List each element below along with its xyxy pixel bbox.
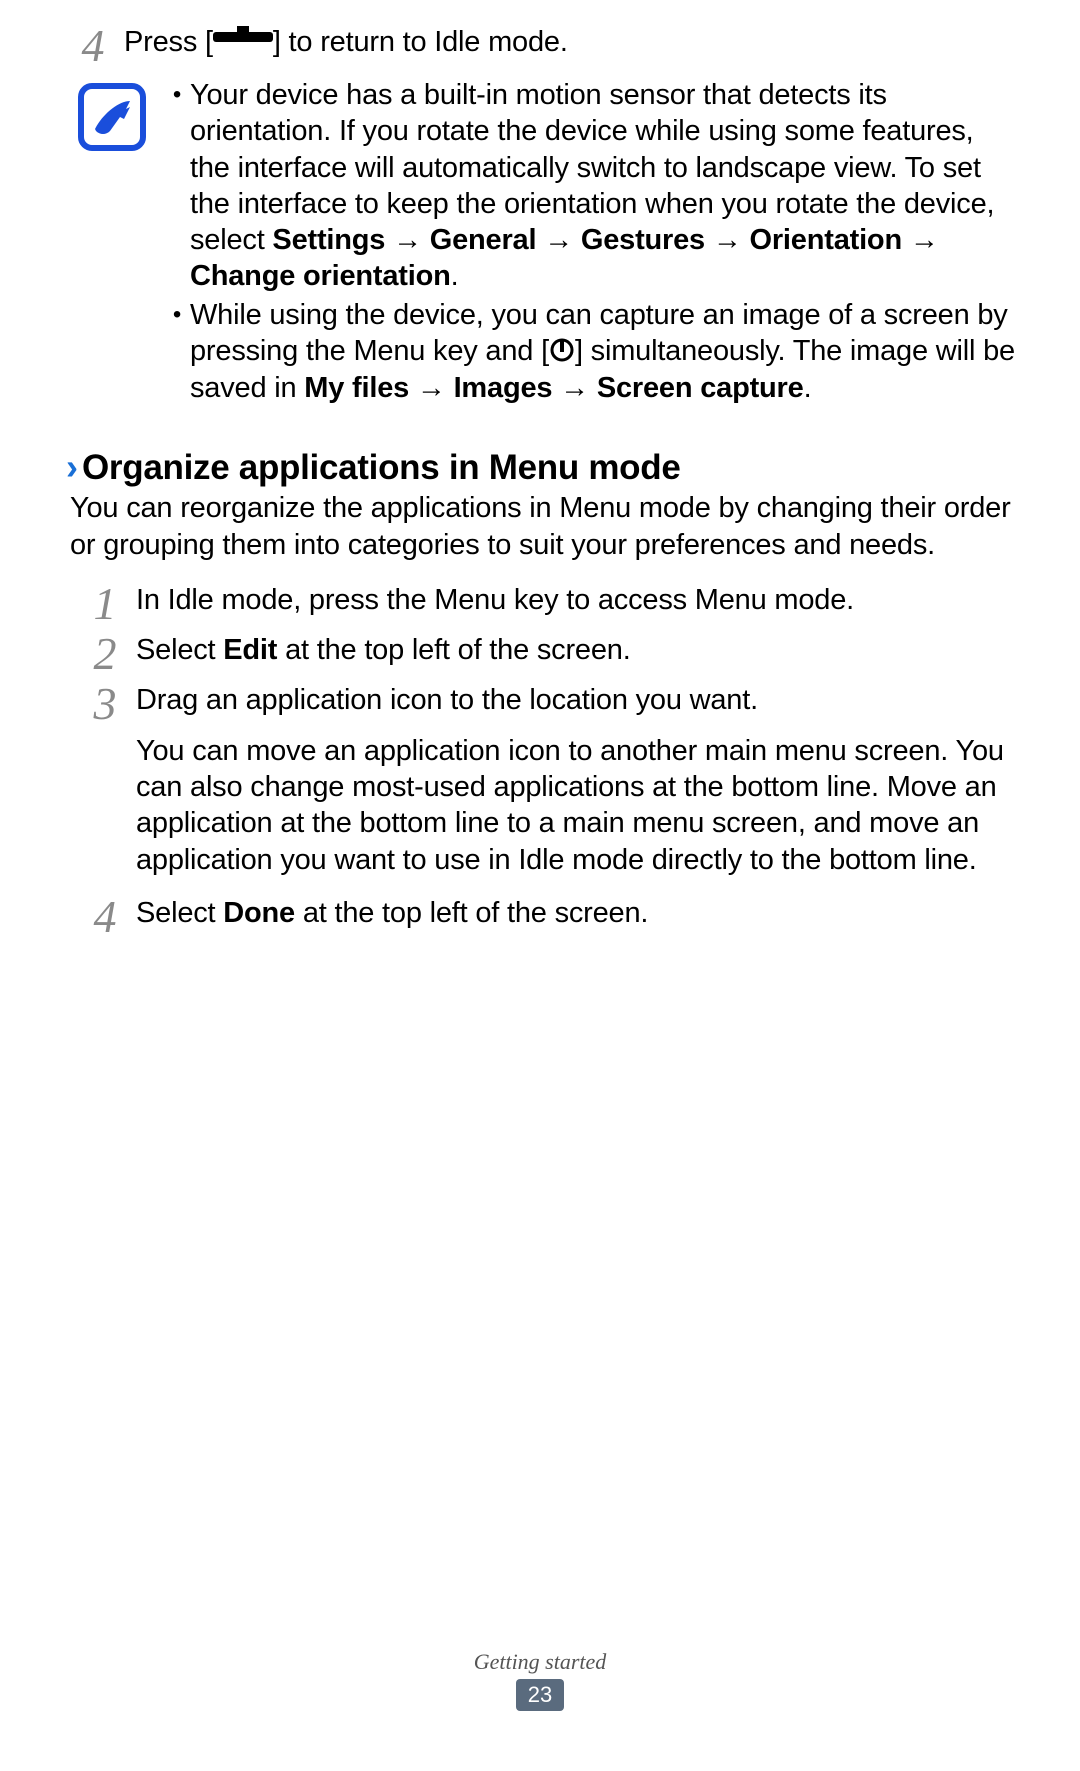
footer-section-label: Getting started — [0, 1649, 1080, 1675]
step-number: 4 — [72, 23, 114, 69]
info-note: • Your device has a built-in motion sens… — [78, 77, 1020, 408]
step-2: 2 Select Edit at the top left of the scr… — [84, 633, 1020, 677]
bullet-icon: • — [164, 297, 190, 333]
note-item-1: • Your device has a built-in motion sens… — [164, 77, 1020, 295]
note-icon — [78, 83, 146, 151]
step-number: 1 — [84, 581, 126, 627]
chevron-right-icon: › — [66, 446, 78, 488]
text: Select — [136, 634, 223, 666]
note-body: • Your device has a built-in motion sens… — [164, 77, 1020, 408]
page-footer: Getting started 23 — [0, 1649, 1080, 1711]
text: . — [804, 372, 812, 404]
bold: Done — [223, 897, 295, 929]
text: Press [ — [124, 26, 213, 58]
text: ] to return to Idle mode. — [273, 26, 568, 58]
bold-path: Settings → General → Gestures → Orientat… — [190, 224, 939, 292]
text: at the top left of the screen. — [295, 897, 648, 929]
step-number: 4 — [84, 894, 126, 940]
power-key-icon — [549, 332, 575, 368]
step-4-text: Press [ ] to return to Idle mode. — [124, 25, 1020, 61]
bold: Edit — [223, 634, 277, 666]
step-4-top: 4 Press [ ] to return to Idle mode. — [72, 25, 1020, 69]
note-text: Your device has a built-in motion sensor… — [190, 77, 1020, 295]
step-1: 1 In Idle mode, press the Menu key to ac… — [84, 583, 1020, 627]
step-4: 4 Select Done at the top left of the scr… — [84, 896, 1020, 940]
note-text: While using the device, you can capture … — [190, 297, 1020, 407]
manual-page: 4 Press [ ] to return to Idle mode. • You… — [0, 0, 1080, 1771]
end-call-key-icon — [213, 24, 273, 59]
text: Select — [136, 897, 223, 929]
section-heading-row: › Organize applications in Menu mode — [66, 446, 1020, 488]
section-heading: Organize applications in Menu mode — [82, 448, 681, 488]
text: . — [451, 260, 459, 292]
note-item-2: • While using the device, you can captur… — [164, 297, 1020, 407]
step-3-detail: You can move an application icon to anot… — [136, 733, 1020, 878]
step-text: Select Done at the top left of the scree… — [136, 896, 1020, 931]
step-3: 3 Drag an application icon to the locati… — [84, 683, 1020, 727]
page-number-badge: 23 — [516, 1679, 564, 1711]
step-text: In Idle mode, press the Menu key to acce… — [136, 583, 1020, 618]
step-number: 2 — [84, 631, 126, 677]
text: at the top left of the screen. — [277, 634, 630, 666]
bold-path: My files → Images → Screen capture — [304, 372, 803, 404]
step-text: Drag an application icon to the location… — [136, 683, 1020, 718]
bullet-icon: • — [164, 77, 190, 113]
step-text: Select Edit at the top left of the scree… — [136, 633, 1020, 668]
section-intro: You can reorganize the applications in M… — [70, 490, 1020, 563]
step-number: 3 — [84, 681, 126, 727]
steps-list: 1 In Idle mode, press the Menu key to ac… — [72, 583, 1020, 940]
